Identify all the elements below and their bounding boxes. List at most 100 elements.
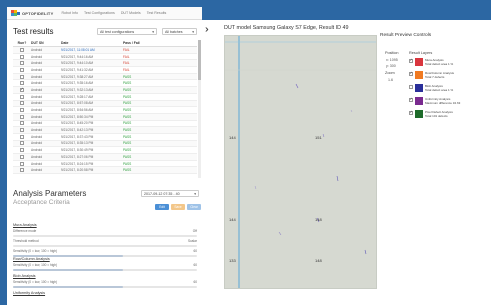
run-cell — [13, 101, 31, 106]
scrollbar-thumb[interactable] — [198, 40, 201, 80]
layer-checkbox[interactable]: ✓ — [409, 98, 413, 102]
table-row[interactable]: Android 9/21/2017, 8:20:58 PM PASS — [13, 167, 197, 175]
result-cell: FAIL — [123, 47, 130, 52]
layer-info: Mura Analysis Total defect area 1 % — [425, 58, 453, 66]
nav-link[interactable]: Test Results — [147, 11, 167, 15]
dut-sn-cell: Android — [31, 54, 42, 59]
edit-button[interactable]: Edit — [155, 204, 169, 210]
parameter-slider[interactable] — [13, 234, 197, 237]
nav-link[interactable]: Test Configurations — [84, 11, 115, 15]
section-heading[interactable]: Row/Column Analysis — [13, 257, 197, 261]
run-checkbox[interactable] — [20, 74, 24, 79]
table-row[interactable]: ✓ Android 9/21/2017, 9:32:13 AM PASS — [13, 87, 197, 94]
column-header-pass-fail: Pass / Fail — [123, 41, 140, 45]
table-row[interactable]: Android 9/21/2017, 9:44:10 AM FAIL — [13, 60, 197, 68]
run-checkbox[interactable] — [20, 108, 24, 113]
run-cell — [13, 128, 31, 133]
table-row[interactable]: Android 9/21/2017, 9:38:27 AM PASS — [13, 73, 197, 81]
run-checkbox[interactable] — [20, 128, 24, 133]
parameter-row: Threshold method Scalar — [13, 239, 197, 243]
results-table: Run? DUT SN Date Pass / Fail Android 9/21… — [13, 40, 197, 178]
result-cell: PASS — [123, 74, 132, 79]
table-row[interactable]: Android 9/21/2017, 8:42:13 PM PASS — [13, 127, 197, 134]
save-button[interactable]: Save — [171, 204, 185, 210]
layer-checkbox[interactable]: ✓ — [409, 59, 413, 63]
table-header: Run? DUT SN Date Pass / Fail — [13, 40, 197, 47]
parameter-row: Sensitivity (0 = low, 100 = high) 60 — [13, 249, 197, 253]
run-cell — [13, 161, 31, 166]
nav-link[interactable]: DUT Models — [121, 11, 141, 15]
result-cell: PASS — [123, 101, 132, 106]
layer-checkbox[interactable]: ✓ — [409, 72, 413, 76]
layer-checkbox[interactable]: ✓ — [409, 111, 413, 115]
nav-link[interactable]: Robot Info — [61, 11, 78, 15]
parameter-value[interactable]: Scalar — [188, 239, 197, 243]
column-header-date: Date — [61, 41, 69, 45]
analysis-date-select[interactable]: 2017-09-12 07:35 - 40 ▾ — [141, 190, 199, 197]
run-checkbox[interactable] — [20, 61, 24, 66]
table-row[interactable]: Android 9/21/2017, 8:24:15 PM PASS — [13, 161, 197, 168]
table-row[interactable]: Android 9/21/2017, 9:28:17 AM PASS — [13, 94, 197, 101]
date-cell[interactable]: 9/21/2017, 11:08:01 AM — [61, 48, 123, 52]
date-cell: 9/21/2017, 9:32:13 AM — [61, 87, 94, 92]
result-layer: Blob Analysis Total defect area 1 % — [409, 84, 469, 92]
section-heading[interactable]: Blob Analysis — [13, 274, 197, 278]
run-checkbox[interactable] — [20, 148, 24, 153]
run-cell — [13, 74, 31, 79]
table-scrollbar[interactable] — [198, 40, 201, 178]
dut-sn-cell: Android — [31, 161, 42, 166]
parameter-slider[interactable] — [13, 268, 197, 271]
dut-sn-cell: Android — [31, 108, 42, 113]
parameter-value[interactable]: 60 — [193, 280, 197, 284]
parameter-slider[interactable] — [13, 244, 197, 247]
run-checkbox[interactable] — [20, 81, 24, 86]
table-row[interactable]: Android 9/21/2017, 8:27:06 PM PASS — [13, 154, 197, 161]
run-checkbox[interactable]: ✓ — [20, 88, 24, 92]
layer-checkbox[interactable] — [409, 85, 413, 89]
table-row[interactable]: Android 9/21/2017, 8:54:56 AM PASS — [13, 107, 197, 114]
clear-button[interactable]: Clear — [187, 204, 201, 210]
run-checkbox[interactable] — [20, 161, 24, 166]
collapse-panel-icon[interactable]: ›› — [205, 24, 208, 35]
parameter-value[interactable]: Off — [193, 229, 197, 233]
run-checkbox[interactable] — [20, 134, 24, 139]
parameter-slider[interactable] — [13, 285, 197, 288]
dut-sn-cell: Android — [31, 154, 42, 159]
result-image-viewer[interactable]: 144 151 144 148 133 148 — [224, 35, 377, 289]
table-row[interactable]: Android 9/21/2017, 9:41:32 AM FAIL — [13, 67, 197, 74]
parameter-value[interactable]: 60 — [193, 263, 197, 267]
result-cell: PASS — [123, 161, 132, 166]
run-checkbox[interactable] — [20, 121, 24, 126]
run-checkbox[interactable] — [20, 54, 24, 59]
run-checkbox[interactable] — [20, 47, 24, 52]
table-row[interactable]: Android 9/21/2017, 8:37:43 PM PASS — [13, 134, 197, 141]
table-row[interactable]: Android 9/21/2017, 8:30:49 PM PASS — [13, 147, 197, 154]
layer-detail: Total 101 defects — [425, 114, 448, 119]
table-row[interactable]: Android 9/21/2017, 8:57:08 AM PASS — [13, 100, 197, 108]
table-row[interactable]: Android 9/21/2017, 8:45:20 PM PASS — [13, 121, 197, 128]
table-row[interactable]: Android 9/21/2017, 8:50:34 PM PASS — [13, 113, 197, 121]
result-layers-label: Result Layers — [409, 51, 433, 55]
table-row[interactable]: Android 9/21/2017, 8:35:13 PM PASS — [13, 140, 197, 148]
zoom-label: Zoom — [385, 71, 395, 75]
run-checkbox[interactable] — [20, 168, 24, 173]
run-checkbox[interactable] — [20, 154, 24, 159]
result-cell: FAIL — [123, 61, 130, 66]
analysis-section: Mura Analysis Difference mode Off Threshold… — [13, 223, 197, 257]
slider-fill — [13, 268, 124, 271]
table-row[interactable]: Android 9/21/2017, 9:44:16 AM FAIL — [13, 54, 197, 61]
section-heading[interactable]: Mura Analysis — [13, 223, 197, 227]
parameter-value[interactable]: 60 — [193, 249, 197, 253]
run-checkbox[interactable] — [20, 141, 24, 146]
run-checkbox[interactable] — [20, 114, 24, 119]
table-row[interactable]: Android 9/21/2017, 9:35:16 AM PASS — [13, 80, 197, 88]
run-checkbox[interactable] — [20, 67, 24, 72]
result-cell: PASS — [123, 148, 132, 153]
section-heading[interactable]: Uniformity Analysis — [13, 291, 197, 295]
batch-select[interactable]: All batches ▾ — [162, 28, 197, 35]
table-row[interactable]: Android 9/21/2017, 11:08:01 AM FAIL — [13, 47, 197, 54]
config-select[interactable]: All test configurations ▾ — [97, 28, 157, 35]
run-checkbox[interactable] — [20, 101, 24, 106]
brand-logo[interactable]: OPTOFIDELITY — [11, 10, 53, 16]
run-checkbox[interactable] — [20, 94, 24, 99]
